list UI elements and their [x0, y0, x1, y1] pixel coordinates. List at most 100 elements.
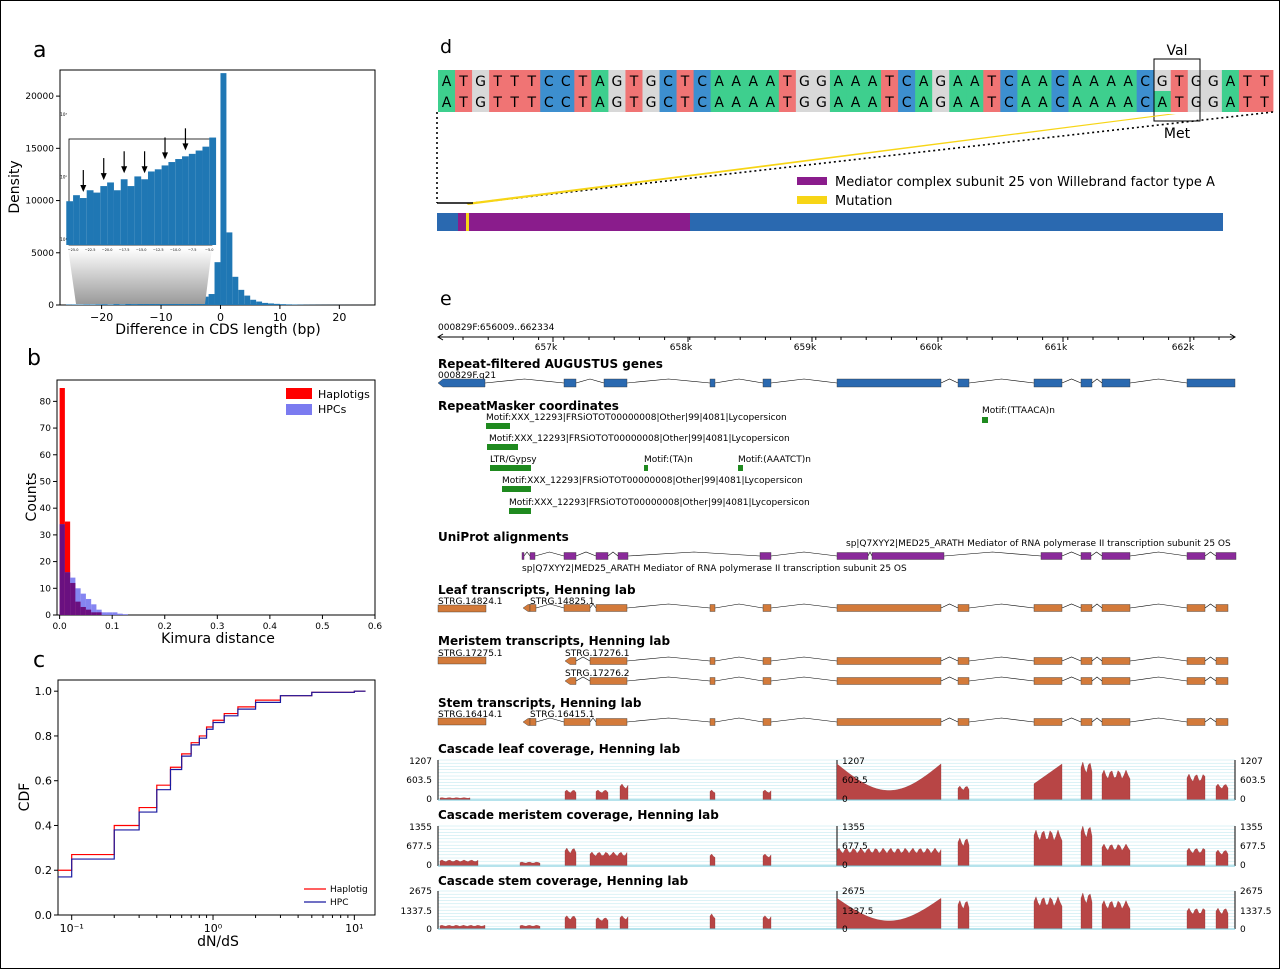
exon — [1080, 718, 1093, 726]
coverage-area — [1101, 843, 1131, 867]
exon — [1186, 604, 1206, 612]
y-tick-label: 0 — [48, 301, 54, 311]
coverage-area — [564, 915, 577, 930]
base-letter: C — [561, 74, 571, 90]
repeat-feature-1 — [486, 423, 510, 429]
intron — [968, 656, 1035, 662]
base-letter: A — [1123, 74, 1133, 90]
base-letter: A — [1021, 95, 1031, 111]
repeat-feature-5 — [644, 465, 648, 471]
intron — [626, 717, 711, 723]
intron — [1061, 656, 1082, 662]
repeat-label-5: Motif:(TA)n — [644, 455, 693, 465]
intron — [627, 551, 761, 557]
exon — [589, 657, 628, 665]
exon — [589, 677, 628, 685]
exon — [595, 552, 609, 560]
repeat-feature-4 — [490, 465, 531, 471]
exon — [836, 378, 942, 388]
exon — [957, 604, 970, 612]
repeat-label-8: Motif:XXX_12293|FRSiOTOT00000008|Other|9… — [509, 498, 810, 508]
base-letter: T — [1242, 74, 1252, 90]
base-letter: C — [697, 95, 707, 111]
bar-overlap — [70, 582, 76, 615]
base-letter: A — [1072, 95, 1082, 111]
base-letter: G — [611, 95, 622, 111]
base-letter: T — [526, 74, 536, 90]
y-tick-label: 1.0 — [35, 685, 53, 698]
legend-swatch-vwfa — [797, 177, 827, 185]
coverage-area — [957, 785, 970, 801]
base-letter: C — [1004, 95, 1014, 111]
bar-overlap — [91, 612, 97, 615]
repeat-label-2: Motif:(TTAACA)n — [982, 406, 1055, 416]
uniprot-label-1: sp|Q7XYY2|MED25_ARATH Mediator of RNA po… — [846, 539, 1231, 549]
y-tick-label: 0.6 — [35, 775, 53, 788]
histogram-bar — [89, 304, 96, 305]
bar-hpcs — [101, 612, 107, 615]
exon — [762, 657, 772, 665]
base-letter: T — [458, 74, 468, 90]
inset-x-tick-label: −25.0 — [68, 248, 79, 252]
base-letter: G — [646, 74, 657, 90]
inset-x-ticks: −25.0 −22.5 −20.0 −17.5 −15.0 −12.5 −10.0 −7.5 −… — [68, 248, 214, 252]
exon — [957, 677, 970, 685]
exon — [595, 604, 628, 612]
exon — [1215, 552, 1237, 560]
base-letter: T — [1259, 95, 1269, 111]
base-letter: G — [935, 74, 946, 90]
panel-c-ylabel: CDF — [17, 783, 33, 812]
intron — [1204, 551, 1217, 557]
coverage-area — [709, 853, 716, 867]
base-letter: T — [1174, 74, 1184, 90]
base-letter: G — [646, 95, 657, 111]
cov-stem-max-right: 2675 — [1240, 887, 1263, 897]
intron — [1129, 656, 1188, 662]
legend-label-haplotigs: Haplotigs — [318, 388, 370, 401]
repeat-feature-3 — [487, 444, 518, 450]
inset-bar — [168, 162, 176, 245]
base-letter: T — [629, 74, 639, 90]
exon — [1186, 378, 1236, 388]
inset-bar — [209, 137, 217, 245]
base-letter: A — [714, 95, 724, 111]
exon — [437, 656, 487, 665]
panel-a-y-ticks: 0 5000 10000 15000 20000 — [25, 92, 60, 311]
inset-x-tick-label: −10.0 — [170, 248, 181, 252]
sequence-row-bottom: ATGTTTCCTAGTGCTCAAAATGGAAATCAGAATCAACAAA… — [438, 91, 1274, 112]
inset-bar — [127, 186, 135, 245]
exon — [836, 552, 869, 560]
base-letter: A — [970, 95, 980, 111]
y-tick-label: 30 — [40, 531, 52, 541]
exon — [1101, 677, 1131, 685]
inset-bar — [113, 190, 121, 245]
bar-overlap — [59, 524, 65, 615]
inset-bar — [79, 198, 87, 245]
intron — [940, 717, 959, 723]
intron — [1061, 717, 1082, 723]
intron — [714, 603, 764, 609]
histogram-bar — [256, 301, 263, 305]
base-letter: G — [1157, 74, 1168, 90]
y-tick-label: 20 — [40, 558, 52, 568]
histogram-bar — [125, 303, 132, 305]
x-tick-label: 0.5 — [315, 622, 329, 632]
exon — [871, 552, 945, 560]
coverage-area — [1215, 783, 1229, 801]
cov-meri-zero-right: 0 — [1240, 861, 1246, 871]
track-title-repeatmasker: RepeatMasker coordinates — [438, 399, 619, 413]
base-letter: A — [1021, 74, 1031, 90]
base-letter: C — [1140, 74, 1150, 90]
panel-a-xlabel: Difference in CDS length (bp) — [115, 322, 321, 338]
ruler-tick-label: 659k — [794, 343, 817, 353]
exon — [1080, 378, 1093, 388]
y-tick-label: 70 — [40, 424, 52, 434]
codon-bottom-label: Met — [1164, 126, 1191, 142]
base-letter: C — [902, 74, 912, 90]
base-letter: G — [1208, 95, 1219, 111]
panel-b-histogram — [59, 388, 128, 615]
exon — [563, 718, 591, 726]
panel-b-ylabel: Counts — [24, 473, 40, 522]
exon — [1101, 552, 1131, 560]
exon — [1033, 604, 1063, 612]
